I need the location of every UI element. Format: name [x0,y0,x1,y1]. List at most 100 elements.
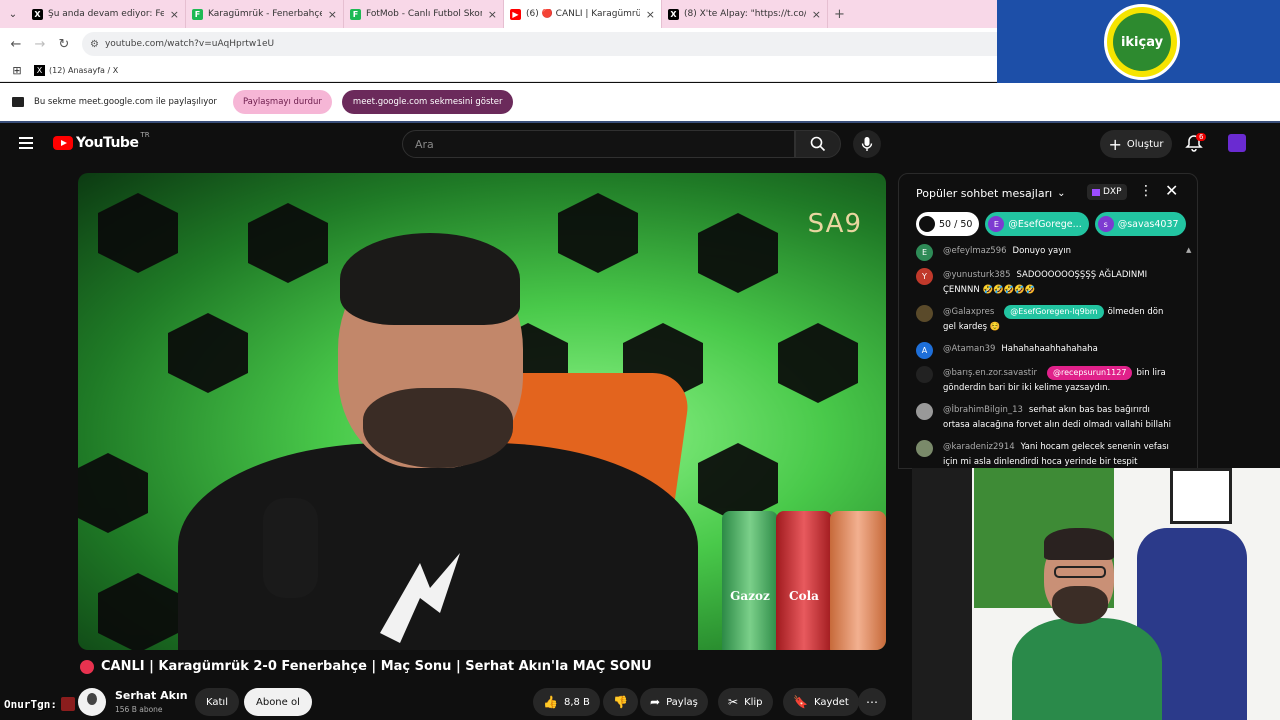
chat-avatar [916,440,933,457]
host-beard [363,388,513,468]
menu-hamburger-icon[interactable] [19,137,33,152]
close-tab-icon[interactable]: × [488,8,497,21]
close-tab-icon[interactable]: × [328,8,337,21]
clip-label: Klip [744,696,763,708]
live-indicator-icon [80,659,94,674]
chat-message[interactable]: Y @yunusturk385 SADOOOOOOŞŞŞŞ AĞLADINMI ÇE… [899,268,1189,298]
webcam-person-hair [1044,528,1114,560]
create-label: Oluştur [1126,138,1164,150]
address-bar: ← → ↻ ⚙ youtube.com/watch?v=uAqHprtw1eU [0,28,997,60]
clip-button[interactable]: ✂ Klip [718,688,773,716]
tab-title: Şu anda devam ediyor: Fenerba [48,9,164,19]
youtube-logo[interactable]: YouTube TR [53,131,150,151]
join-button[interactable]: Katıl [195,688,239,716]
chat-author[interactable]: @Ataman39 [943,344,995,354]
close-tab-icon[interactable]: × [812,8,821,21]
account-avatar[interactable] [1228,134,1246,152]
chat-avatar [916,403,933,420]
chat-author[interactable]: @İbrahimBilgin_13 [943,405,1023,415]
chat-author[interactable]: @barış.en.zor.savastir [943,368,1037,378]
chat-mention[interactable]: @recepsurun1127 [1046,366,1133,380]
browser-tab[interactable]: F FotMob - Canlı Futbol Skorları × [344,0,504,28]
chat-message[interactable]: @İbrahimBilgin_13 serhat akın bas bas bağ… [899,403,1189,433]
like-button[interactable]: 👍 8,8 B [533,688,600,716]
channel-avatar[interactable] [78,688,106,716]
apps-grid-icon[interactable]: ⊞ [0,64,34,77]
youtube-logo-text: YouTube [76,135,139,151]
chat-message[interactable]: @Galaxpres @EsefGoregen-lq9bm ölmeden dön … [899,305,1189,335]
chip-label: @EsefGorege... [1008,218,1082,230]
close-tab-icon[interactable]: × [170,8,179,21]
x-icon: X [32,8,43,20]
stop-sharing-button[interactable]: Paylaşmayı durdur [232,90,332,114]
share-label: Paylaş [666,696,698,708]
chat-message-body: @barış.en.zor.savastir @recepsurun1127 bin… [943,366,1179,396]
chat-mode-selector[interactable]: Popüler sohbet mesajları [916,187,1052,200]
share-button[interactable]: ➦ Paylaş [640,688,708,716]
chip-label: @savas4037 [1117,218,1179,230]
bookmark-x-home[interactable]: (12) Anasayfa / X [49,66,118,75]
can-third [830,511,886,650]
site-settings-icon[interactable]: ⚙ [90,39,99,50]
chat-avatar: E [916,244,933,261]
tab-search-chevron-icon[interactable]: ⌄ [0,0,26,28]
channel-points-badge[interactable]: DXP [1087,184,1127,200]
can-cola: Cola [776,511,832,650]
back-arrow-icon[interactable]: ← [4,37,28,52]
sponsor-logo-text: ikiçay [1120,34,1164,50]
chat-author[interactable]: @efeylmaz596 [943,246,1007,256]
voice-search-button[interactable] [853,130,881,158]
url-field[interactable]: ⚙ youtube.com/watch?v=uAqHprtw1eU [82,32,997,56]
notification-count-badge: 6 [1196,133,1207,141]
chat-text: Donuyo yayın [1012,246,1072,256]
search-input[interactable]: Ara [402,130,795,158]
like-count: 8,8 B [563,696,590,708]
chat-author[interactable]: @Galaxpres [943,307,994,317]
dislike-button[interactable]: 👎 [603,688,638,716]
forward-arrow-icon[interactable]: → [28,37,52,52]
ticker-chip[interactable]: E @EsefGorege... [985,212,1089,236]
scissors-icon: ✂ [728,695,739,709]
chat-message[interactable]: E @efeylmaz596 Donuyo yayın [899,244,1189,261]
browser-tab[interactable]: X Şu anda devam ediyor: Fenerba × [26,0,186,28]
chat-author[interactable]: @karadeniz2914 [943,442,1015,452]
chat-author[interactable]: @yunusturk385 [943,270,1010,280]
subscribe-button[interactable]: Abone ol [244,688,312,716]
video-title-text: CANLI | Karagümrük 2-0 Fenerbahçe | Maç … [101,659,652,674]
can-label: Gazoz [730,589,770,603]
webcam-overlay [912,468,1280,720]
chat-more-icon[interactable]: ⋮ [1139,183,1153,199]
reload-icon[interactable]: ↻ [52,37,76,52]
more-dots-icon: ⋯ [866,695,878,709]
url-text: youtube.com/watch?v=uAqHprtw1eU [104,39,275,49]
close-tab-icon[interactable]: × [646,8,655,21]
chevron-down-icon[interactable]: ⌄ [1057,188,1065,199]
browser-tab[interactable]: X (8) X'te Alpay: "https://t.co/6RL × [662,0,828,28]
video-player[interactable]: SA9 Gazoz Cola [78,173,886,650]
create-button[interactable]: + Oluştur [1100,130,1172,158]
share-arrow-icon: ➦ [650,695,661,709]
thumbs-up-icon: 👍 [543,695,558,709]
browser-tab[interactable]: ▶ (6) 🔴 CANLI | Karagümrük × [504,0,662,28]
webcam-wall-frame [1170,468,1232,524]
show-meet-tab-button[interactable]: meet.google.com sekmesini göster [341,90,514,114]
chat-avatar [916,305,933,322]
chat-message[interactable]: A @Ataman39 Hahahahaahhahahaha [899,342,1189,359]
chat-message-body: @İbrahimBilgin_13 serhat akın bas bas bağ… [943,403,1179,433]
search-button[interactable] [795,130,841,158]
ticker-chip[interactable]: s @savas4037 [1094,212,1186,236]
browser-tab[interactable]: F Karagümrük - Fenerbahçe canlı × [186,0,344,28]
crown-icon [1092,188,1100,196]
channel-name[interactable]: Serhat Akın [115,689,188,702]
more-actions-button[interactable]: ⋯ [858,688,886,716]
can-gazoz: Gazoz [722,511,778,650]
chat-message-body: @Galaxpres @EsefGoregen-lq9bm ölmeden dön … [943,305,1179,335]
save-button[interactable]: 🔖 Kaydet [783,688,859,716]
close-chat-icon[interactable]: ✕ [1165,181,1178,200]
ticker-chip[interactable]: 50 / 50 [916,212,980,236]
new-tab-plus-icon[interactable]: + [834,7,845,22]
can-label: Cola [789,589,819,603]
chat-message[interactable]: @barış.en.zor.savastir @recepsurun1127 bin… [899,366,1189,396]
chat-message[interactable]: @karadeniz2914 Yani hocam gelecek senenin… [899,440,1189,468]
chat-mention[interactable]: @EsefGoregen-lq9bm [1004,305,1104,319]
